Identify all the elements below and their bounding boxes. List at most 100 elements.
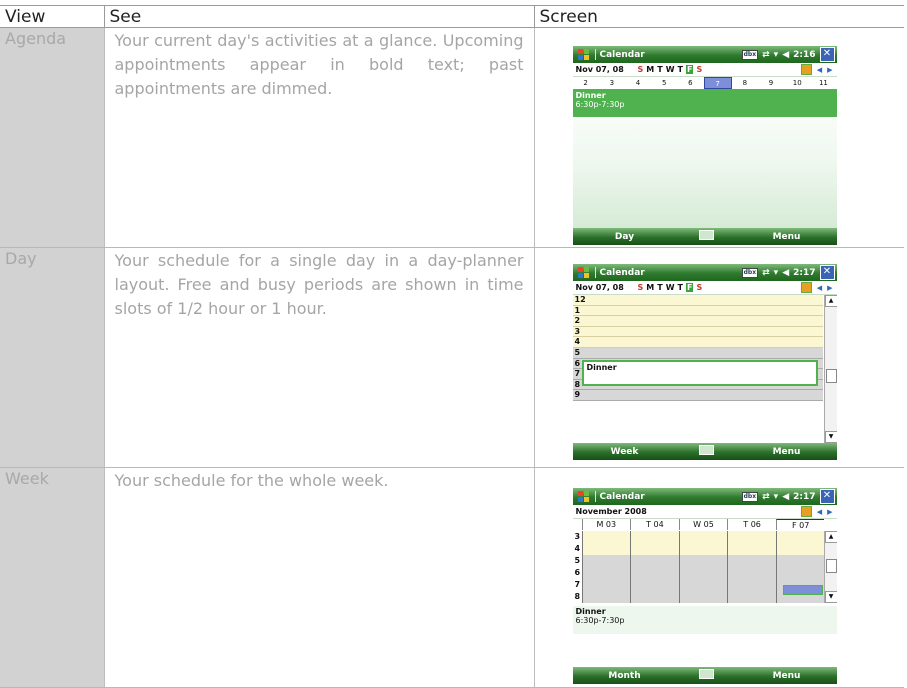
time-slot[interactable]: 12 [572, 295, 823, 306]
time-slot[interactable]: 9 [572, 390, 823, 401]
signal-icon[interactable]: ▾ [774, 268, 779, 278]
time-slot[interactable]: 5 [572, 347, 823, 359]
week-day-header[interactable]: W 05 [678, 519, 728, 530]
windows-start-icon [577, 266, 589, 278]
date-bar: Nov 07, 08 SM TW TF S ◀ ▶ [572, 63, 837, 77]
scroll-down-icon[interactable]: ▼ [824, 591, 837, 603]
phone-screenshot-agenda: Calendar dbx ⇄ ▾ ◀ 2:16 ✕ Nov 07, 08 SM … [572, 46, 837, 245]
scroll-up-icon[interactable]: ▲ [824, 295, 837, 307]
volume-icon[interactable]: ◀ [782, 268, 789, 278]
left-soft-key[interactable]: Day [573, 232, 677, 242]
windows-start-icon [577, 490, 589, 502]
view-name: Week [0, 467, 104, 688]
volume-icon[interactable]: ◀ [782, 492, 789, 502]
week-day-headers: M 03 T 04 W 05 T 06 F 07 [572, 519, 825, 530]
today-icon[interactable] [800, 506, 812, 517]
prev-arrow-icon[interactable]: ◀ [817, 284, 822, 292]
table-row: Day Your schedule for a single day in a … [0, 247, 904, 468]
appointment-item[interactable]: Dinner [581, 360, 818, 386]
title-bar: Calendar dbx ⇄ ▾ ◀ 2:17 ✕ [572, 264, 837, 281]
volume-icon[interactable]: ◀ [782, 50, 789, 60]
prev-arrow-icon[interactable]: ◀ [817, 508, 822, 516]
close-button[interactable]: ✕ [819, 265, 835, 280]
date-bar: November 2008 ◀ ▶ [572, 505, 837, 519]
scroll-thumb[interactable] [825, 369, 837, 383]
notification-icon[interactable]: dbx [741, 49, 759, 60]
scroll-down-icon[interactable]: ▼ [824, 431, 837, 443]
screen-cell: Calendar dbx ⇄ ▾ ◀ 2:16 ✕ Nov 07, 08 SM … [533, 27, 904, 248]
screen-cell: Calendar dbx ⇄ ▾ ◀ 2:17 ✕ Nov 07, 08 SM … [533, 247, 904, 468]
menu-soft-key[interactable]: Menu [737, 232, 837, 242]
week-day-header[interactable]: F 07 [775, 519, 825, 530]
close-button[interactable]: ✕ [819, 489, 835, 504]
time-slot[interactable]: 1 [572, 305, 823, 317]
time-slot[interactable]: 3 [572, 326, 823, 338]
time-slot[interactable]: 2 [572, 316, 823, 327]
next-arrow-icon[interactable]: ▶ [827, 66, 832, 74]
clock-time[interactable]: 2:17 [793, 268, 815, 278]
menu-soft-key[interactable]: Menu [737, 447, 837, 457]
week-day-header[interactable]: T 06 [727, 519, 776, 530]
scrollbar[interactable]: ▲ ▼ [823, 531, 837, 603]
scrollbar[interactable]: ▲ ▼ [823, 295, 837, 443]
app-title: Calendar [599, 491, 645, 502]
screen-cell: Calendar dbx ⇄ ▾ ◀ 2:17 ✕ November 2008 … [533, 467, 904, 688]
views-table: View See Screen Agenda Your current day'… [0, 5, 904, 688]
menu-soft-key[interactable]: Menu [737, 671, 837, 681]
appointment-block[interactable] [782, 585, 823, 595]
prev-arrow-icon[interactable]: ◀ [817, 66, 822, 74]
next-arrow-icon[interactable]: ▶ [827, 508, 832, 516]
soft-key-bar: Week Menu [572, 443, 837, 460]
app-title: Calendar [599, 267, 645, 278]
phone-screenshot-day: Calendar dbx ⇄ ▾ ◀ 2:17 ✕ Nov 07, 08 SM … [572, 264, 837, 460]
current-month[interactable]: November 2008 [576, 507, 647, 516]
keyboard-icon[interactable] [699, 445, 714, 455]
day-number-strip[interactable]: 23 45 67 89 10 11 [572, 77, 837, 89]
weekday-selector[interactable]: SM TW TF S [638, 65, 702, 74]
appointment-item[interactable]: Dinner 6:30p-7:30p [572, 89, 837, 117]
clock-time[interactable]: 2:17 [793, 492, 815, 502]
table-row: Agenda Your current day's activities at … [0, 27, 904, 248]
time-slot[interactable]: 4 [572, 337, 823, 348]
title-bar: Calendar dbx ⇄ ▾ ◀ 2:17 ✕ [572, 488, 837, 505]
left-soft-key[interactable]: Month [573, 671, 677, 681]
notification-icon[interactable]: dbx [741, 267, 759, 278]
view-name: Day [0, 247, 104, 468]
header-screen: Screen [533, 5, 904, 28]
scroll-up-icon[interactable]: ▲ [824, 531, 837, 543]
selected-appointment-summary[interactable]: Dinner 6:30p-7:30p [572, 606, 837, 634]
keyboard-icon[interactable] [699, 230, 714, 240]
header-see: See [103, 5, 534, 28]
header-view: View [0, 5, 104, 28]
signal-icon[interactable]: ▾ [774, 492, 779, 502]
notification-icon[interactable]: dbx [741, 491, 759, 502]
title-bar: Calendar dbx ⇄ ▾ ◀ 2:16 ✕ [572, 46, 837, 63]
table-header-row: View See Screen [0, 5, 904, 28]
table-row: Week Your schedule for the whole week. C… [0, 467, 904, 688]
soft-key-bar: Day Menu [572, 228, 837, 245]
view-name: Agenda [0, 27, 104, 248]
soft-key-bar: Month Menu [572, 667, 837, 684]
week-day-header[interactable]: T 04 [630, 519, 679, 530]
current-date[interactable]: Nov 07, 08 [576, 283, 638, 292]
close-button[interactable]: ✕ [819, 47, 835, 62]
clock-time[interactable]: 2:16 [793, 50, 815, 60]
current-date[interactable]: Nov 07, 08 [576, 65, 638, 74]
sync-icon[interactable]: ⇄ [762, 268, 770, 278]
keyboard-icon[interactable] [699, 669, 714, 679]
windows-start-icon [577, 48, 589, 60]
week-day-header[interactable]: M 03 [581, 519, 631, 530]
scroll-thumb[interactable] [825, 559, 837, 573]
next-arrow-icon[interactable]: ▶ [827, 284, 832, 292]
left-soft-key[interactable]: Week [573, 447, 677, 457]
sync-icon[interactable]: ⇄ [762, 492, 770, 502]
today-icon[interactable] [800, 282, 812, 293]
view-description: Your current day's activities at a glanc… [114, 31, 524, 98]
signal-icon[interactable]: ▾ [774, 50, 779, 60]
today-icon[interactable] [800, 64, 812, 75]
view-description: Your schedule for a single day in a day-… [114, 251, 524, 318]
sync-icon[interactable]: ⇄ [762, 50, 770, 60]
view-description: Your schedule for the whole week. [114, 471, 389, 490]
weekday-selector[interactable]: SM TW TF S [638, 283, 702, 292]
date-bar: Nov 07, 08 SM TW TF S ◀ ▶ [572, 281, 837, 295]
